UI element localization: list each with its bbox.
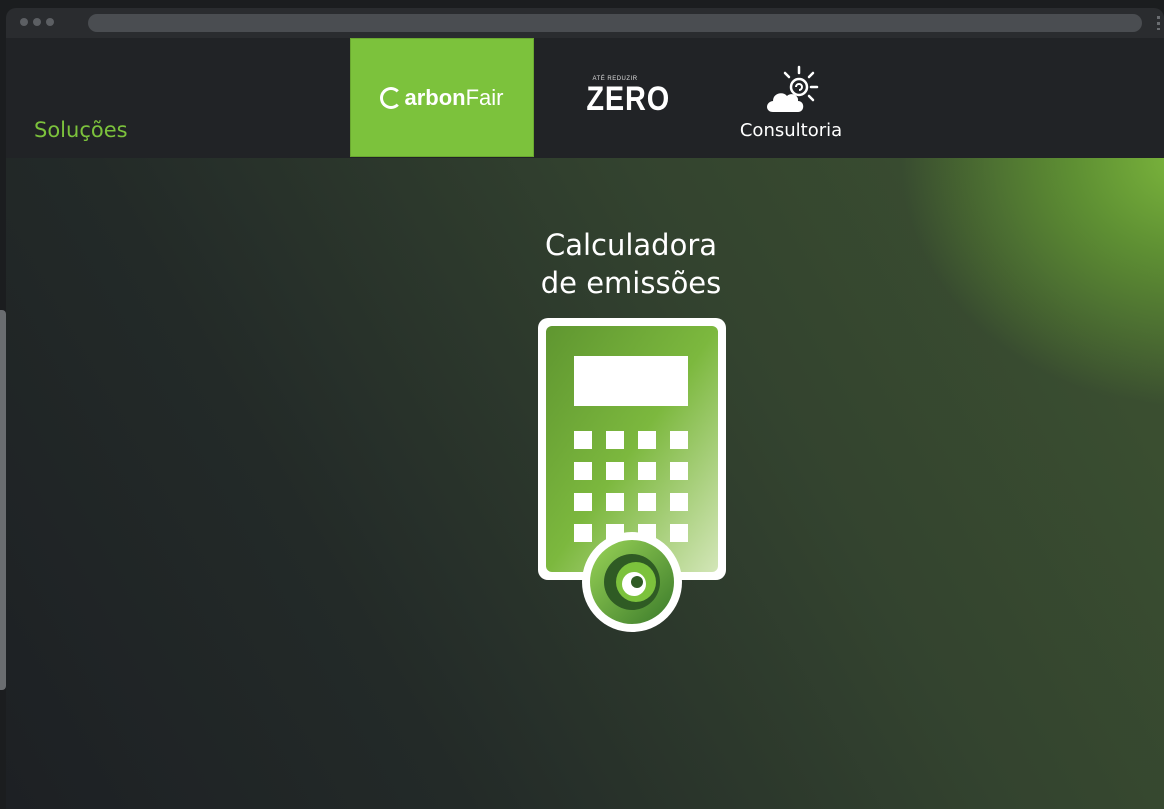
tab-carbonfair[interactable]: arbon Fair: [350, 38, 534, 157]
sun-cloud-icon: [767, 65, 819, 112]
title-line-2: de emissões: [540, 266, 722, 300]
calculator-icon[interactable]: [536, 316, 728, 632]
top-navigation: Soluções arbon Fair ATÉ REDUZIR ZERO Cons…: [6, 38, 1164, 158]
solutions-label: Soluções: [34, 118, 128, 142]
tab-ate-reduzir-zero[interactable]: ATÉ REDUZIR ZERO: [558, 38, 698, 156]
hero-section: Calculadora de emissões: [6, 158, 1164, 809]
carbonfair-c-icon: [380, 86, 403, 109]
browser-chrome: [6, 8, 1164, 38]
more-menu-icon[interactable]: [1157, 16, 1160, 30]
carbonfair-logo-light: Fair: [465, 84, 504, 110]
carbonfair-logo-bold: arbon: [404, 84, 466, 110]
maximize-dot[interactable]: [46, 18, 54, 26]
zero-logo: ZERO: [586, 79, 670, 118]
page-title: Calculadora de emissões: [486, 226, 776, 302]
window-controls: [20, 18, 54, 26]
close-dot[interactable]: [20, 18, 28, 26]
carbonfair-logo: arbon Fair: [380, 84, 504, 111]
tab-consultoria[interactable]: Consultoria: [724, 38, 858, 156]
address-bar[interactable]: [88, 14, 1142, 32]
minimize-dot[interactable]: [33, 18, 41, 26]
title-line-1: Calculadora: [544, 228, 718, 262]
tab-consultoria-label: Consultoria: [739, 119, 843, 141]
